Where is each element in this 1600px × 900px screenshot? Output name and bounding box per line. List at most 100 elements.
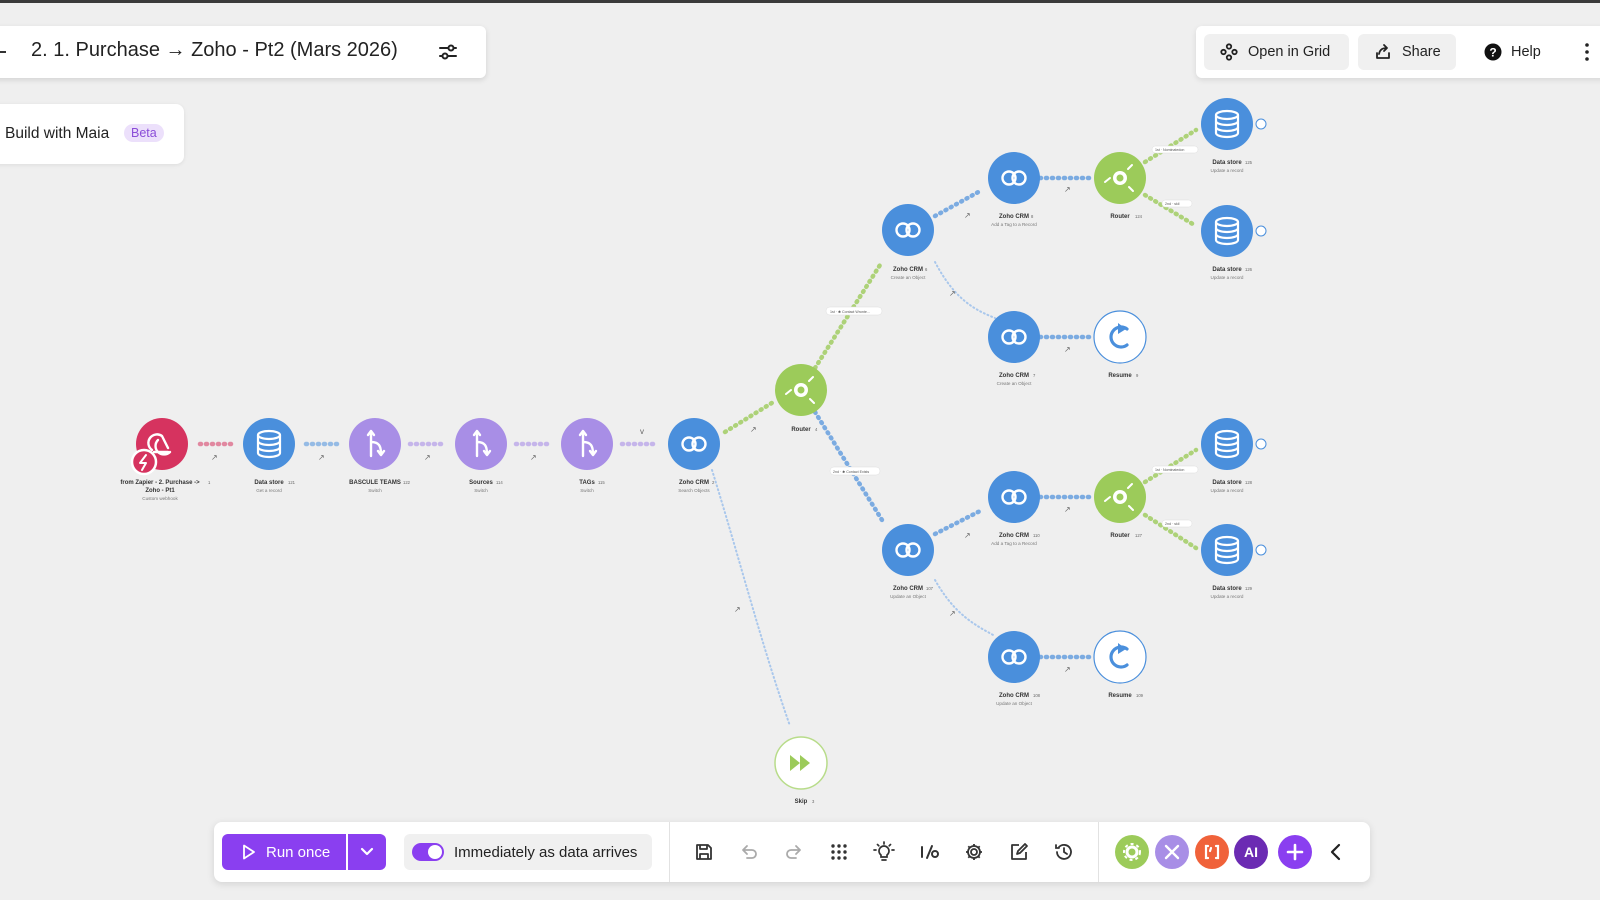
svg-text:Data store: Data store (1212, 480, 1242, 486)
svg-text:4: 4 (815, 427, 818, 432)
share-icon (1376, 44, 1390, 59)
svg-text:2nd · skil: 2nd · skil (1165, 522, 1180, 526)
module-switch-tags[interactable]: TAGs 115 Switch (561, 418, 613, 493)
module-zoho-create-top[interactable]: Zoho CRM 6 Create an Object (882, 204, 934, 280)
module-switch-sources[interactable]: Sources 114 Switch (455, 418, 507, 493)
svg-text:Update a record: Update a record (1211, 594, 1244, 599)
module-resume-top[interactable]: Resume 9 (1093, 310, 1147, 379)
svg-text:Skip: Skip (795, 799, 808, 805)
svg-text:9: 9 (1136, 373, 1139, 378)
svg-text:Create an Object: Create an Object (997, 381, 1032, 386)
module-datastore-bottom2[interactable]: Data store 129 Update a record (1201, 524, 1267, 599)
svg-text:Custom webhook: Custom webhook (142, 496, 178, 501)
help-icon: ? (1484, 43, 1502, 61)
run-once-button[interactable]: Run once (222, 834, 346, 870)
svg-text:Zoho CRM: Zoho CRM (999, 214, 1029, 220)
toolbar-divider (1098, 822, 1099, 882)
module-datastore-top2[interactable]: Data store 126 Update a record (1201, 205, 1267, 280)
help-button[interactable]: ? Help (1484, 34, 1541, 70)
svg-text:Sources: Sources (469, 480, 493, 486)
svg-text:↗: ↗ (734, 605, 741, 614)
svg-text:↗: ↗ (949, 289, 956, 298)
lightbulb-icon[interactable] (872, 840, 896, 864)
flow-control-icon[interactable] (1155, 835, 1189, 869)
svg-text:Zoho CRM: Zoho CRM (893, 267, 923, 273)
svg-text:Zoho - Pt1: Zoho - Pt1 (145, 488, 175, 494)
grid-dots-icon[interactable] (827, 840, 851, 864)
module-zoho-tag-top[interactable]: Zoho CRM 8 Add a Tag to a Record (988, 152, 1040, 227)
svg-text:Data store: Data store (1212, 586, 1242, 592)
redo-icon[interactable] (782, 840, 806, 864)
svg-text:1st · Nominatedon: 1st · Nominatedon (1155, 148, 1184, 152)
svg-text:Resume: Resume (1108, 693, 1132, 699)
sliders-icon[interactable] (436, 40, 460, 64)
build-with-maia-button[interactable]: Build with Maia Beta (0, 104, 184, 164)
ai-label: AI (1244, 844, 1258, 860)
svg-text:122: 122 (403, 480, 411, 485)
svg-text:Zoho CRM: Zoho CRM (999, 533, 1029, 539)
module-zoho-search[interactable]: Zoho CRM 2 Search Objects (668, 418, 720, 493)
module-zoho-tag-bottom[interactable]: Zoho CRM 110 Add a Tag to a Record (988, 471, 1040, 546)
module-skip[interactable]: Skip 3 (774, 736, 828, 805)
svg-text:v: v (640, 427, 644, 436)
svg-text:Switch: Switch (368, 488, 382, 493)
svg-text:Data store: Data store (1212, 160, 1242, 166)
io-flow-icon[interactable] (917, 840, 941, 864)
module-switch-bascule[interactable]: BASCULE TEAMS 122 Switch (349, 418, 411, 493)
share-button[interactable]: Share (1358, 34, 1456, 70)
settings-gear-icon[interactable] (962, 840, 986, 864)
history-icon[interactable] (1052, 840, 1076, 864)
svg-text:Search Objects: Search Objects (678, 488, 710, 493)
schedule-toggle[interactable] (412, 843, 444, 861)
more-vertical-icon[interactable] (1584, 42, 1590, 62)
svg-text:125: 125 (1245, 160, 1253, 165)
svg-text:Data store: Data store (1212, 267, 1242, 273)
svg-text:107: 107 (926, 586, 934, 591)
schedule-label: Immediately as data arrives (454, 843, 638, 861)
svg-text:115: 115 (598, 480, 605, 485)
module-zoho-update-bottom2[interactable]: Zoho CRM 108 Update an Object (988, 631, 1041, 706)
open-in-grid-button[interactable]: Open in Grid (1204, 34, 1349, 70)
module-datastore-top1[interactable]: Data store 125 Update a record (1201, 98, 1267, 173)
svg-text:121: 121 (288, 480, 296, 485)
svg-text:Update a record: Update a record (1211, 488, 1244, 493)
module-zoho-create-mid[interactable]: Zoho CRM 7 Create an Object (988, 311, 1040, 386)
svg-text:↗: ↗ (1064, 345, 1071, 354)
svg-text:Zoho CRM: Zoho CRM (679, 480, 709, 486)
collapse-chevron-left-icon[interactable] (1324, 840, 1348, 864)
svg-text:129: 129 (1245, 586, 1253, 591)
save-icon[interactable] (692, 840, 716, 864)
scenario-header: 2. 1. Purchase → Zoho - Pt2 (Mars 2026) (0, 26, 486, 78)
svg-text:↗: ↗ (964, 531, 971, 540)
scenario-canvas[interactable]: ↗ ↗ ↗ ↗ v ↗ ↗ ↗ ↗ ↗ ↗ ↗ ↗ ↗ ↗ 1st · ✱ Contact Wron… (0, 0, 1600, 900)
module-datastore-bottom1[interactable]: Data store 128 Update a record (1201, 418, 1267, 493)
undo-icon[interactable] (737, 840, 761, 864)
text-parser-icon[interactable] (1195, 835, 1229, 869)
module-router-top[interactable]: Router 124 (1094, 152, 1146, 220)
ai-tools-button[interactable]: AI (1234, 835, 1268, 869)
beta-badge: Beta (124, 124, 164, 142)
open-in-grid-label: Open in Grid (1248, 44, 1331, 60)
svg-text:TAGs: TAGs (579, 480, 595, 486)
notes-edit-icon[interactable] (1007, 840, 1031, 864)
module-router-bottom[interactable]: Router 127 (1094, 471, 1146, 539)
module-zoho-update-bottom[interactable]: Zoho CRM 107 Update an Object (882, 524, 934, 599)
tools-gear-icon[interactable] (1115, 835, 1149, 869)
svg-text:Add a Tag to a Record: Add a Tag to a Record (991, 541, 1037, 546)
grid-nodes-icon (1220, 43, 1238, 61)
module-webhook[interactable]: from Zapier - 2. Purchase -> 1 Zoho - Pt… (120, 418, 211, 501)
add-module-plus-icon[interactable] (1278, 835, 1312, 869)
scenario-title[interactable]: 2. 1. Purchase → Zoho - Pt2 (Mars 2026) (31, 39, 398, 62)
schedule-setting[interactable]: Immediately as data arrives (404, 834, 652, 870)
svg-text:1: 1 (208, 480, 211, 485)
run-options-dropdown[interactable] (348, 834, 386, 870)
module-resume-bottom[interactable]: Resume 109 (1093, 630, 1147, 699)
svg-text:2nd · ✱ Contact Exists: 2nd · ✱ Contact Exists (833, 470, 869, 474)
chevron-down-icon (360, 847, 374, 856)
svg-text:Router: Router (791, 427, 811, 433)
svg-text:?: ? (1489, 46, 1496, 60)
module-datastore-get[interactable]: Data store 121 Get a record (243, 418, 296, 493)
back-arrow-icon[interactable] (0, 51, 6, 53)
svg-text:from Zapier - 2. Purchase ->: from Zapier - 2. Purchase -> (120, 480, 200, 486)
svg-text:↗: ↗ (1064, 185, 1071, 194)
